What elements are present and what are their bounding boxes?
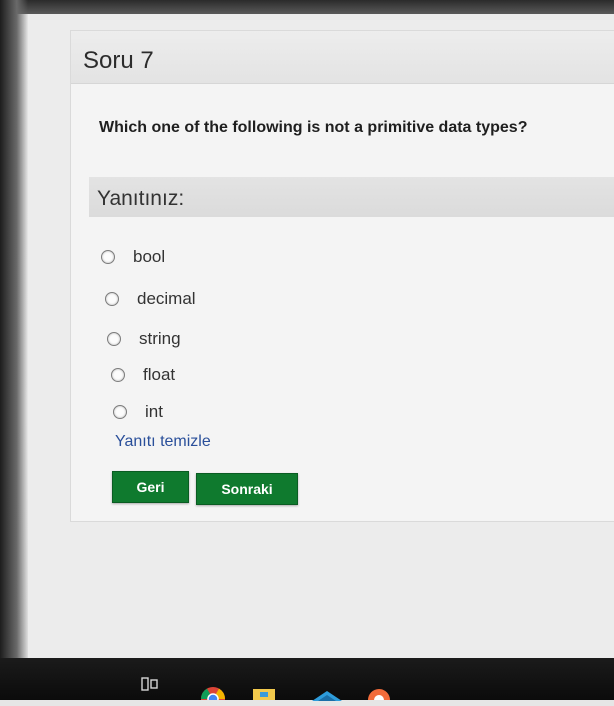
radio-button[interactable] (101, 250, 115, 264)
page: Soru 7 Which one of the following is not… (28, 14, 614, 660)
screen-left-edge (0, 0, 28, 660)
screen-top-edge (0, 0, 614, 14)
taskbar (0, 658, 614, 706)
file-explorer-icon[interactable] (251, 686, 277, 700)
radio-button[interactable] (111, 368, 125, 382)
option-float[interactable]: float (111, 365, 175, 385)
option-label: bool (133, 247, 166, 266)
radio-button[interactable] (105, 292, 119, 306)
radio-button[interactable] (107, 332, 121, 346)
clear-answer-link[interactable]: Yanıtı temizle (115, 433, 211, 451)
option-label: decimal (137, 289, 196, 308)
mail-icon[interactable] (310, 688, 344, 701)
app-icon[interactable] (366, 686, 392, 706)
next-button[interactable]: Sonraki (196, 473, 298, 505)
option-bool[interactable]: bool (101, 247, 165, 267)
task-view-icon[interactable] (141, 676, 159, 692)
radio-button[interactable] (113, 405, 127, 419)
option-string[interactable]: string (107, 329, 181, 349)
question-card: Soru 7 Which one of the following is not… (70, 30, 614, 522)
chrome-icon[interactable] (200, 686, 226, 706)
option-int[interactable]: int (113, 402, 163, 422)
option-label: string (139, 329, 181, 348)
option-label: float (143, 365, 176, 384)
option-decimal[interactable]: decimal (105, 289, 196, 309)
option-label: int (145, 402, 163, 421)
back-button[interactable]: Geri (112, 471, 189, 503)
